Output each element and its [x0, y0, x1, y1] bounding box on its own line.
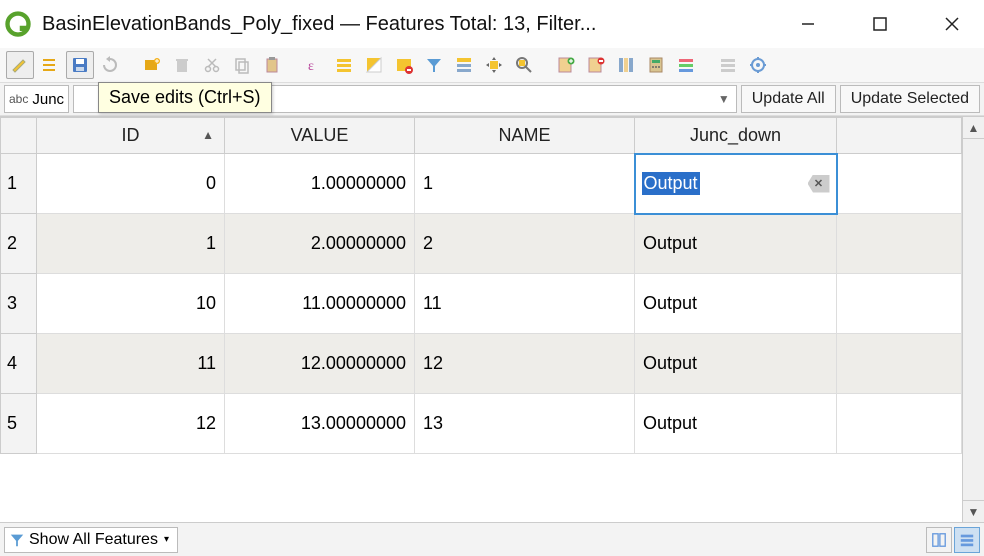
attribute-table[interactable]: ID▲ VALUE NAME Junc_down 101.000000001Ou… — [0, 117, 962, 454]
field-calculator-icon[interactable] — [642, 51, 670, 79]
save-edits-icon[interactable] — [66, 51, 94, 79]
row-number[interactable]: 3 — [1, 274, 37, 334]
cell-name[interactable]: 11 — [415, 274, 635, 334]
field-type-text-icon: abc — [9, 92, 28, 106]
scroll-down-icon[interactable]: ▼ — [963, 500, 984, 522]
toolbar: ε — [0, 48, 984, 82]
invert-selection-icon[interactable] — [360, 51, 388, 79]
cell-id[interactable]: 0 — [37, 154, 225, 214]
cell-extra — [837, 394, 962, 454]
dock-icon[interactable] — [744, 51, 772, 79]
clear-icon[interactable] — [808, 175, 830, 193]
add-feature-icon[interactable] — [138, 51, 166, 79]
show-all-features-label: Show All Features — [29, 531, 158, 549]
window-controls — [790, 6, 970, 42]
toggle-editing-icon[interactable] — [6, 51, 34, 79]
column-header-name[interactable]: NAME — [415, 118, 635, 154]
minimize-button[interactable] — [790, 6, 826, 42]
cell-name[interactable]: 1 — [415, 154, 635, 214]
titlebar: BasinElevationBands_Poly_fixed — Feature… — [0, 0, 984, 48]
table-row[interactable]: 101.000000001Output — [1, 154, 962, 214]
cell-junc-down[interactable]: Output — [635, 154, 837, 214]
multi-edit-icon[interactable] — [36, 51, 64, 79]
expression-select-icon[interactable]: ε — [300, 51, 328, 79]
window-title: BasinElevationBands_Poly_fixed — Feature… — [42, 13, 790, 36]
cell-junc-down[interactable]: Output — [635, 334, 837, 394]
delete-feature-icon[interactable] — [168, 51, 196, 79]
funnel-icon — [9, 532, 25, 548]
attribute-table-wrap: ID▲ VALUE NAME Junc_down 101.000000001Ou… — [0, 116, 984, 522]
pan-to-selected-icon[interactable] — [480, 51, 508, 79]
move-selection-top-icon[interactable] — [450, 51, 478, 79]
cell-id[interactable]: 11 — [37, 334, 225, 394]
select-all-icon[interactable] — [330, 51, 358, 79]
cell-extra — [837, 334, 962, 394]
chevron-down-icon[interactable]: ▼ — [718, 92, 730, 106]
field-selector-value: Junc — [32, 91, 64, 108]
tooltip: Save edits (Ctrl+S) — [98, 82, 272, 113]
column-header-extra — [837, 118, 962, 154]
cell-extra — [837, 154, 962, 214]
editing-value[interactable]: Output — [642, 172, 700, 195]
cell-junc-down[interactable]: Output — [635, 214, 837, 274]
maximize-button[interactable] — [862, 6, 898, 42]
cell-junc-down[interactable]: Output — [635, 274, 837, 334]
cell-name[interactable]: 2 — [415, 214, 635, 274]
row-number[interactable]: 4 — [1, 334, 37, 394]
cell-value[interactable]: 2.00000000 — [225, 214, 415, 274]
delete-field-icon[interactable] — [582, 51, 610, 79]
conditional-format-icon[interactable] — [672, 51, 700, 79]
table-row[interactable]: 31011.0000000011Output — [1, 274, 962, 334]
table-row[interactable]: 41112.0000000012Output — [1, 334, 962, 394]
row-number[interactable]: 1 — [1, 154, 37, 214]
cell-extra — [837, 274, 962, 334]
row-number[interactable]: 5 — [1, 394, 37, 454]
column-header-value[interactable]: VALUE — [225, 118, 415, 154]
row-header-blank — [1, 118, 37, 154]
field-selector[interactable]: abc Junc — [4, 85, 69, 113]
row-number[interactable]: 2 — [1, 214, 37, 274]
cell-name[interactable]: 12 — [415, 334, 635, 394]
actions-icon[interactable] — [714, 51, 742, 79]
update-all-button[interactable]: Update All — [741, 85, 836, 113]
table-view-icon[interactable] — [954, 527, 980, 553]
paste-icon[interactable] — [258, 51, 286, 79]
expression-bar: abc Junc Save edits (Ctrl+S) ▼ Update Al… — [0, 82, 984, 116]
cell-value[interactable]: 11.00000000 — [225, 274, 415, 334]
sort-asc-icon: ▲ — [202, 128, 214, 142]
cell-id[interactable]: 10 — [37, 274, 225, 334]
statusbar: Show All Features ▾ — [0, 522, 984, 556]
form-view-icon[interactable] — [926, 527, 952, 553]
cut-icon[interactable] — [198, 51, 226, 79]
close-button[interactable] — [934, 6, 970, 42]
cell-value[interactable]: 12.00000000 — [225, 334, 415, 394]
zoom-to-selected-icon[interactable] — [510, 51, 538, 79]
vertical-scrollbar[interactable]: ▲ ▼ — [962, 117, 984, 522]
copy-icon[interactable] — [228, 51, 256, 79]
cell-value[interactable]: 13.00000000 — [225, 394, 415, 454]
cell-value[interactable]: 1.00000000 — [225, 154, 415, 214]
svg-text:ε: ε — [308, 59, 314, 74]
scroll-up-icon[interactable]: ▲ — [963, 117, 984, 139]
reload-icon[interactable] — [96, 51, 124, 79]
cell-id[interactable]: 1 — [37, 214, 225, 274]
cell-id[interactable]: 12 — [37, 394, 225, 454]
organize-columns-icon[interactable] — [612, 51, 640, 79]
qgis-logo-icon — [4, 10, 32, 38]
cell-junc-down[interactable]: Output — [635, 394, 837, 454]
chevron-down-icon: ▾ — [164, 534, 169, 545]
new-field-icon[interactable] — [552, 51, 580, 79]
filter-selection-icon[interactable] — [420, 51, 448, 79]
cell-extra — [837, 214, 962, 274]
column-header-junc-down[interactable]: Junc_down — [635, 118, 837, 154]
table-row[interactable]: 212.000000002Output — [1, 214, 962, 274]
update-selected-button[interactable]: Update Selected — [840, 85, 980, 113]
cell-name[interactable]: 13 — [415, 394, 635, 454]
deselect-all-icon[interactable] — [390, 51, 418, 79]
table-row[interactable]: 51213.0000000013Output — [1, 394, 962, 454]
show-all-features-button[interactable]: Show All Features ▾ — [4, 527, 178, 553]
scroll-track[interactable] — [963, 139, 984, 500]
column-header-id[interactable]: ID▲ — [37, 118, 225, 154]
